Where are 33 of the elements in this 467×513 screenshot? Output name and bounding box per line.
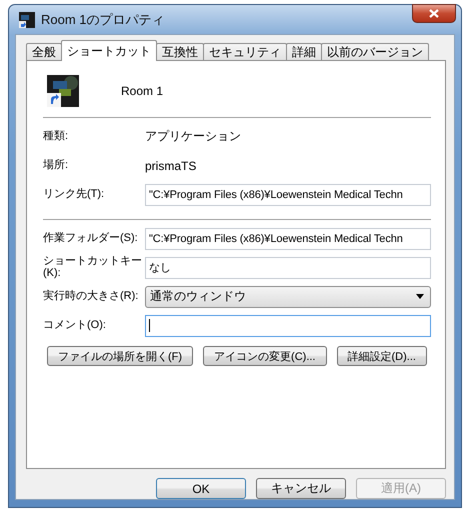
action-button[interactable]: アイコンの変更(C)... bbox=[203, 346, 326, 366]
shortcut-name: Room 1 bbox=[121, 84, 164, 98]
application-icon bbox=[47, 75, 79, 107]
tab[interactable]: 以前のバージョン bbox=[321, 43, 429, 61]
property-value: prismaTS bbox=[145, 158, 196, 172]
tab[interactable]: 全般 bbox=[26, 43, 62, 61]
field-label: コメント(O): bbox=[43, 320, 107, 332]
field-label: ショートカットキー(K): bbox=[43, 256, 143, 280]
text-field[interactable]: "C:¥Program Files (x86)¥Loewenstein Medical Techn bbox=[145, 184, 431, 206]
action-button[interactable]: 詳細設定(D)... bbox=[336, 346, 427, 366]
text-field[interactable]: なし bbox=[145, 256, 431, 278]
field-label: 種類: bbox=[43, 130, 70, 142]
text-field[interactable] bbox=[145, 314, 431, 336]
close-icon bbox=[429, 9, 439, 18]
field-label: 場所: bbox=[43, 160, 70, 172]
window-title: Room 1のプロパティ bbox=[41, 10, 165, 28]
dialog-button[interactable]: キャンセル bbox=[256, 478, 346, 499]
tab[interactable]: セキュリティ bbox=[203, 43, 287, 61]
property-value: アプリケーション bbox=[145, 128, 241, 145]
action-button[interactable]: ファイルの場所を開く(F) bbox=[47, 346, 194, 366]
field-label: リンク先(T): bbox=[43, 188, 106, 200]
dialog-button[interactable]: OK bbox=[156, 478, 246, 499]
dropdown[interactable]: 通常のウィンドウ bbox=[145, 286, 431, 308]
tab[interactable]: 詳細 bbox=[286, 43, 322, 61]
dropdown-arrow-icon bbox=[416, 294, 424, 299]
field-label: 実行時の大きさ(R): bbox=[43, 290, 140, 302]
tab[interactable]: 互換性 bbox=[156, 43, 204, 61]
text-field[interactable]: "C:¥Program Files (x86)¥Loewenstein Medical Techn bbox=[145, 228, 431, 250]
text-caret bbox=[149, 319, 150, 332]
tab[interactable]: ショートカット bbox=[61, 40, 157, 61]
application-icon bbox=[19, 12, 35, 28]
close-button[interactable] bbox=[412, 4, 456, 23]
field-label: 作業フォルダー(S): bbox=[43, 232, 139, 244]
